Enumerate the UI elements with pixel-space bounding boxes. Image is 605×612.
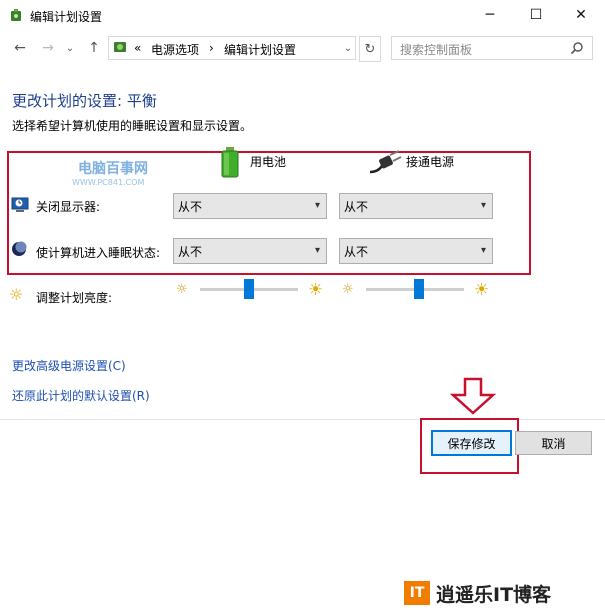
brightness-icon: ☼ xyxy=(9,285,24,304)
display-off-battery-value: 从不 xyxy=(178,200,203,214)
refresh-button[interactable]: ↻ xyxy=(359,36,381,62)
restore-defaults-link[interactable]: 还原此计划的默认设置(R) xyxy=(12,387,150,404)
display-off-battery-select[interactable]: 从不 ▾ xyxy=(173,193,327,219)
sleep-label: 使计算机进入睡眠状态: xyxy=(36,246,161,260)
sleep-plugged-value: 从不 xyxy=(344,245,369,259)
brightness-label: 调整计划亮度: xyxy=(36,291,113,305)
plugged-in-column-header: 接通电源 xyxy=(406,155,455,169)
power-options-icon xyxy=(11,9,21,21)
maximize-button[interactable]: ☐ xyxy=(514,0,558,30)
chevron-down-icon: ▾ xyxy=(480,200,486,211)
brightness-low-icon: ☼ xyxy=(342,282,354,297)
cancel-button[interactable]: 取消 xyxy=(515,431,592,455)
back-button[interactable]: ← xyxy=(10,38,30,58)
watermark-main: 电脑百事网 xyxy=(78,161,148,177)
chevron-down-icon: ▾ xyxy=(314,245,320,256)
window-title: 编辑计划设置 xyxy=(30,10,103,24)
address-dropdown-button[interactable]: ⌄ xyxy=(338,36,358,60)
page-title: 更改计划的设置: 平衡 xyxy=(12,92,157,110)
breadcrumb-separator: › xyxy=(209,41,214,55)
save-changes-button[interactable]: 保存修改 xyxy=(431,430,512,456)
recent-locations-button[interactable]: ⌄ xyxy=(60,38,80,58)
brightness-plugged-slider[interactable] xyxy=(414,279,425,299)
power-plug-icon xyxy=(369,150,402,174)
chevron-down-icon: ▾ xyxy=(314,200,320,211)
battery-icon xyxy=(221,147,239,178)
forward-button[interactable]: → xyxy=(38,38,58,58)
display-off-label: 关闭显示器: xyxy=(36,200,101,214)
brightness-low-icon: ☼ xyxy=(176,282,188,297)
sleep-battery-value: 从不 xyxy=(178,245,203,259)
watermark-sub: WWW.PC841.COM xyxy=(72,178,145,187)
control-panel-icon xyxy=(114,42,126,52)
search-icon[interactable] xyxy=(570,41,584,55)
page-subtitle: 选择希望计算机使用的睡眠设置和显示设置。 xyxy=(12,119,253,133)
breadcrumb-edit-plan[interactable]: 编辑计划设置 xyxy=(224,41,296,58)
footer-logo: IT xyxy=(404,581,430,605)
sleep-moon-icon xyxy=(12,241,27,256)
minimize-button[interactable]: ─ xyxy=(468,0,512,30)
close-button[interactable]: ✕ xyxy=(559,0,603,30)
footer-watermark-text: 逍遥乐IT博客 xyxy=(436,584,552,606)
battery-column-header: 用电池 xyxy=(250,155,287,169)
brightness-battery-slider[interactable] xyxy=(244,279,254,299)
sleep-plugged-select[interactable]: 从不 ▾ xyxy=(339,238,493,264)
display-off-plugged-select[interactable]: 从不 ▾ xyxy=(339,193,493,219)
search-input[interactable]: 搜索控制面板 xyxy=(391,36,593,60)
brightness-high-icon: ☀ xyxy=(474,280,490,300)
search-placeholder: 搜索控制面板 xyxy=(400,43,473,57)
up-button[interactable]: ↑ xyxy=(84,38,104,58)
sleep-battery-select[interactable]: 从不 ▾ xyxy=(173,238,327,264)
breadcrumb-prefix: « xyxy=(134,41,142,55)
display-icon xyxy=(11,197,29,212)
display-off-plugged-value: 从不 xyxy=(344,200,369,214)
chevron-down-icon: ▾ xyxy=(480,245,486,256)
brightness-high-icon: ☀ xyxy=(308,280,324,300)
advanced-power-settings-link[interactable]: 更改高级电源设置(C) xyxy=(12,357,126,374)
breadcrumb-power-options[interactable]: 电源选项 xyxy=(151,41,199,58)
red-arrow-annotation-icon xyxy=(450,377,496,415)
